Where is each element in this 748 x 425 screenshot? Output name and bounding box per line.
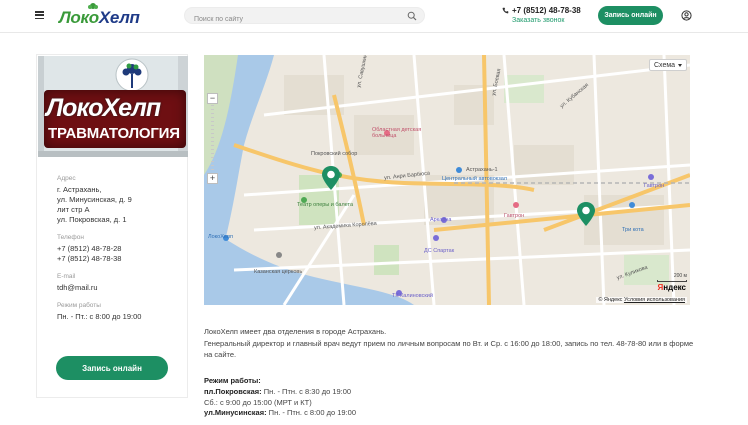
- yandex-map[interactable]: Схема − + Областная детская больница Пок…: [204, 55, 690, 305]
- user-icon[interactable]: [681, 10, 692, 21]
- zoom-slider[interactable]: [211, 105, 214, 173]
- yandex-logo[interactable]: Яндекс: [658, 283, 686, 292]
- schedule-row: пл.Покровская: Пн. - Птн. с 8:30 до 19:0…: [204, 387, 504, 398]
- map-label: Покровский собор: [311, 151, 358, 157]
- address-line: г. Астрахань,: [57, 185, 102, 194]
- tree-emblem-icon: [115, 58, 149, 92]
- copyright-text: © Яндекс: [598, 297, 623, 303]
- schedule-block: Режим работы: пл.Покровская: Пн. - Птн. …: [204, 376, 504, 419]
- map-label: Гавтрон: [504, 213, 525, 219]
- hours-value: Пн. - Пт.: с 8:00 до 19:00: [57, 312, 142, 321]
- photo-subtitle: ТРАВМАТОЛОГИЯ: [48, 125, 180, 142]
- map-label: Астрахань-1: [466, 167, 498, 173]
- map-layer-button[interactable]: Схема: [649, 59, 687, 71]
- map-scale: 200 м: [657, 273, 687, 282]
- address-block: Адрес г. Астрахань, ул. Минусинская, д. …: [57, 175, 182, 225]
- map-label: ДС Спартак: [424, 248, 455, 254]
- description-line: Генеральный директор и главный врач веду…: [204, 338, 694, 359]
- map-label: Центральный автовокзал: [442, 176, 508, 182]
- clinic-photo: ЛокоХелп ТРАВМАТОЛОГИЯ: [38, 56, 188, 157]
- address-line: ул. Покровская, д. 1: [57, 215, 127, 224]
- terms-link[interactable]: Условия использования: [624, 297, 685, 303]
- hours-label: Режим работы: [57, 302, 101, 309]
- contact-info: Адрес г. Астрахань, ул. Минусинская, д. …: [57, 175, 182, 331]
- zoom-out-button[interactable]: −: [207, 93, 218, 104]
- phone-icon: [502, 7, 509, 14]
- search-input[interactable]: [185, 12, 395, 27]
- site-logo[interactable]: ЛокоХелп: [59, 3, 140, 28]
- map-label: Аркарна: [430, 217, 452, 223]
- photo-logo-text: ЛокоХелп: [46, 94, 161, 122]
- phone-number[interactable]: +7 (8512) 48-78-28: [57, 244, 182, 254]
- burger-menu-icon[interactable]: [35, 11, 44, 20]
- phone-block: Телефон +7 (8512) 48-78-28 +7 (8512) 48-…: [57, 234, 182, 264]
- location-pin-icon[interactable]: [576, 201, 596, 227]
- map-copyright: © Яндекс Условия использования: [596, 297, 687, 303]
- schedule-title: Режим работы:: [204, 376, 261, 385]
- map-label: Гавтрон: [644, 183, 665, 189]
- description-line: ЛокоХелп имеет два отделения в городе Ас…: [204, 327, 387, 336]
- address-label: Адрес: [57, 175, 76, 182]
- schedule-row: Сб.: с 9:00 до 15:00 (МРТ и КТ): [204, 398, 504, 409]
- logo-tree-icon: [88, 3, 98, 9]
- schedule-hours: Пн. - Птн. с 8:00 до 19:00: [268, 408, 357, 418]
- map-zoom-control: − +: [207, 93, 218, 185]
- signup-button-header[interactable]: Запись онлайн: [598, 6, 663, 25]
- search-box: [184, 7, 425, 27]
- schedule-hours: Пн. - Птн. с 8:30 до 19:00: [263, 386, 352, 396]
- schedule-hours: Сб.: с 9:00 до 15:00 (МРТ и КТ): [204, 397, 312, 407]
- phone-number[interactable]: +7 (8512) 48-78-38: [57, 254, 182, 264]
- map-layer-label: Схема: [654, 61, 676, 69]
- search-icon[interactable]: [407, 11, 417, 21]
- callback-link[interactable]: Заказать звонок: [512, 17, 564, 24]
- header-phone[interactable]: +7 (8512) 48-78-38: [512, 6, 581, 15]
- hours-block: Режим работы Пн. - Пт.: с 8:00 до 19:00: [57, 302, 182, 322]
- location-pin-icon[interactable]: [321, 165, 341, 191]
- clinic-description: ЛокоХелп имеет два отделения в городе Ас…: [204, 327, 699, 361]
- scale-label: 200 м: [673, 273, 687, 279]
- map-label: ТК Калиновский: [392, 293, 433, 299]
- email-link[interactable]: tdh@mail.ru: [57, 283, 182, 293]
- clinic-info-card: ЛокоХелп ТРАВМАТОЛОГИЯ Адрес г. Астрахан…: [36, 54, 188, 398]
- chevron-down-icon: [678, 64, 682, 67]
- schedule-location: пл.Покровская:: [204, 386, 262, 396]
- map-label: ЛокоХелп: [208, 234, 233, 240]
- email-block: E-mail tdh@mail.ru: [57, 273, 182, 293]
- map-label: Театр оперы и балета: [297, 202, 354, 208]
- schedule-location: ул.Минусинская:: [204, 408, 267, 418]
- site-header: ЛокоХелп +7 (8512) 48-78-38 Заказать зво…: [0, 0, 748, 33]
- address-line: ул. Минусинская, д. 9: [57, 195, 132, 204]
- email-label: E-mail: [57, 273, 76, 280]
- address-line: лит стр А: [57, 205, 90, 214]
- map-label: Областная детская больница: [372, 127, 422, 139]
- logo-part-2: Хелп: [98, 8, 140, 27]
- signup-button-card[interactable]: Запись онлайн: [56, 356, 168, 380]
- map-label: Казанская церковь: [254, 269, 303, 275]
- zoom-in-button[interactable]: +: [207, 173, 218, 184]
- map-label: Три кота: [622, 227, 644, 233]
- schedule-row: ул.Минусинская: Пн. - Птн. с 8:00 до 19:…: [204, 408, 504, 419]
- phone-label: Телефон: [57, 234, 84, 241]
